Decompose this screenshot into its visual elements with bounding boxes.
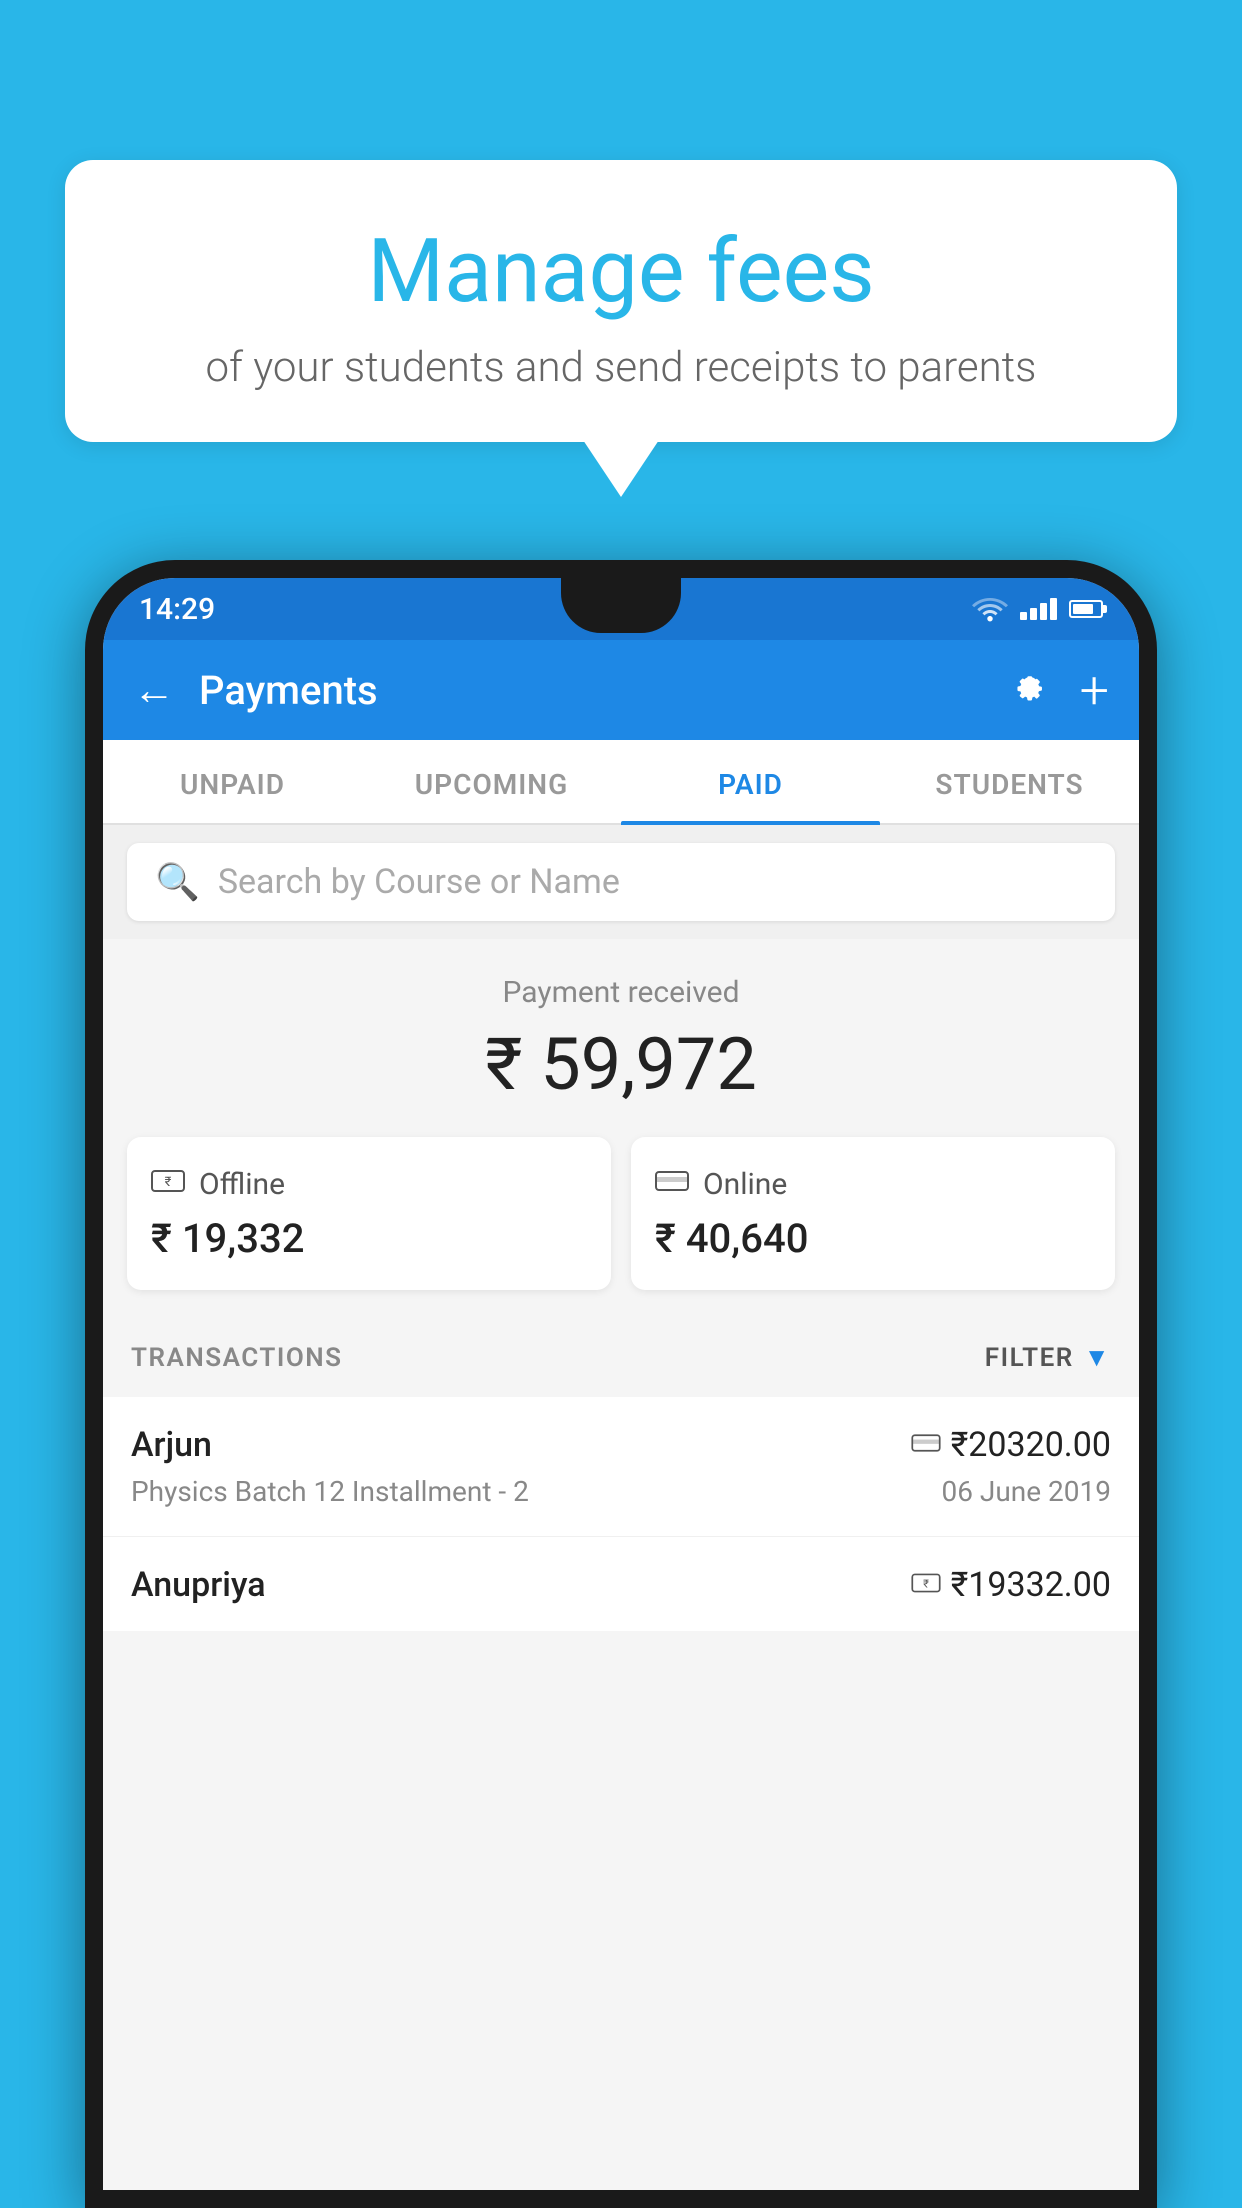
transactions-header: TRANSACTIONS FILTER ▼ bbox=[103, 1318, 1139, 1397]
transaction-item[interactable]: Arjun ₹20320.00 Physics Batch 12 Install… bbox=[103, 1397, 1139, 1537]
transaction-item-partial[interactable]: Anupriya ₹ ₹19332.00 bbox=[103, 1537, 1139, 1631]
transactions-label: TRANSACTIONS bbox=[131, 1343, 343, 1373]
transaction-type-icon-2: ₹ bbox=[911, 1569, 941, 1602]
transaction-detail-1: Physics Batch 12 Installment - 2 06 June… bbox=[131, 1475, 1111, 1508]
manage-fees-title: Manage fees bbox=[115, 220, 1127, 323]
transaction-amount-wrap-1: ₹20320.00 bbox=[911, 1425, 1111, 1465]
search-box[interactable]: 🔍 Search by Course or Name bbox=[127, 843, 1115, 921]
transaction-name-2: Anupriya bbox=[131, 1565, 266, 1605]
settings-icon[interactable] bbox=[1008, 663, 1052, 718]
tabs-bar: UNPAID UPCOMING PAID STUDENTS bbox=[103, 740, 1139, 825]
phone-frame: 14:29 bbox=[85, 560, 1157, 2208]
transaction-amount-2: ₹19332.00 bbox=[951, 1565, 1111, 1605]
payment-received-label: Payment received bbox=[127, 975, 1115, 1010]
status-bar: 14:29 bbox=[103, 578, 1139, 640]
offline-amount: ₹ 19,332 bbox=[151, 1215, 587, 1262]
speech-bubble: Manage fees of your students and send re… bbox=[65, 160, 1177, 442]
add-icon[interactable]: + bbox=[1080, 660, 1109, 721]
online-label: Online bbox=[703, 1167, 787, 1202]
header-icons: + bbox=[1008, 660, 1109, 721]
offline-icon: ₹ bbox=[151, 1165, 185, 1203]
payment-summary: Payment received ₹ 59,972 bbox=[103, 939, 1139, 1137]
tab-unpaid[interactable]: UNPAID bbox=[103, 740, 362, 823]
page-title: Payments bbox=[199, 667, 1008, 714]
svg-text:₹: ₹ bbox=[923, 1577, 929, 1590]
online-amount: ₹ 40,640 bbox=[655, 1215, 1091, 1262]
search-icon: 🔍 bbox=[155, 861, 200, 903]
offline-label: Offline bbox=[199, 1167, 285, 1202]
online-card-header: Online bbox=[655, 1165, 1091, 1203]
transaction-course-1: Physics Batch 12 Installment - 2 bbox=[131, 1475, 529, 1508]
notch bbox=[561, 578, 681, 633]
tab-paid[interactable]: PAID bbox=[621, 740, 880, 823]
back-button[interactable]: ← bbox=[133, 666, 175, 715]
svg-text:₹: ₹ bbox=[165, 1175, 172, 1190]
transaction-name-1: Arjun bbox=[131, 1425, 212, 1465]
signal-icon bbox=[1020, 598, 1057, 620]
online-card: Online ₹ 40,640 bbox=[631, 1137, 1115, 1290]
wifi-icon bbox=[972, 596, 1008, 622]
search-input[interactable]: Search by Course or Name bbox=[218, 862, 620, 902]
transaction-amount-wrap-2: ₹ ₹19332.00 bbox=[911, 1565, 1111, 1605]
filter-button[interactable]: FILTER ▼ bbox=[985, 1342, 1111, 1373]
offline-card-header: ₹ Offline bbox=[151, 1165, 587, 1203]
transaction-date-1: 06 June 2019 bbox=[941, 1475, 1111, 1508]
payment-cards: ₹ Offline ₹ 19,332 Online bbox=[103, 1137, 1139, 1318]
status-time: 14:29 bbox=[139, 592, 215, 627]
speech-bubble-container: Manage fees of your students and send re… bbox=[65, 160, 1177, 442]
search-container: 🔍 Search by Course or Name bbox=[103, 825, 1139, 939]
app-header: ← Payments + bbox=[103, 640, 1139, 740]
transaction-row-2: Anupriya ₹ ₹19332.00 bbox=[131, 1565, 1111, 1605]
payment-total-amount: ₹ 59,972 bbox=[127, 1022, 1115, 1107]
tab-students[interactable]: STUDENTS bbox=[880, 740, 1139, 823]
transaction-type-icon-1 bbox=[911, 1429, 941, 1462]
battery-icon bbox=[1069, 600, 1103, 618]
filter-icon: ▼ bbox=[1084, 1342, 1111, 1373]
status-icons bbox=[972, 596, 1103, 622]
tab-upcoming[interactable]: UPCOMING bbox=[362, 740, 621, 823]
transaction-amount-1: ₹20320.00 bbox=[951, 1425, 1111, 1465]
filter-label: FILTER bbox=[985, 1343, 1074, 1373]
phone-inner: 14:29 bbox=[103, 578, 1139, 2190]
online-icon bbox=[655, 1165, 689, 1203]
transaction-row-1: Arjun ₹20320.00 bbox=[131, 1425, 1111, 1465]
offline-card: ₹ Offline ₹ 19,332 bbox=[127, 1137, 611, 1290]
manage-fees-subtitle: of your students and send receipts to pa… bbox=[115, 343, 1127, 392]
